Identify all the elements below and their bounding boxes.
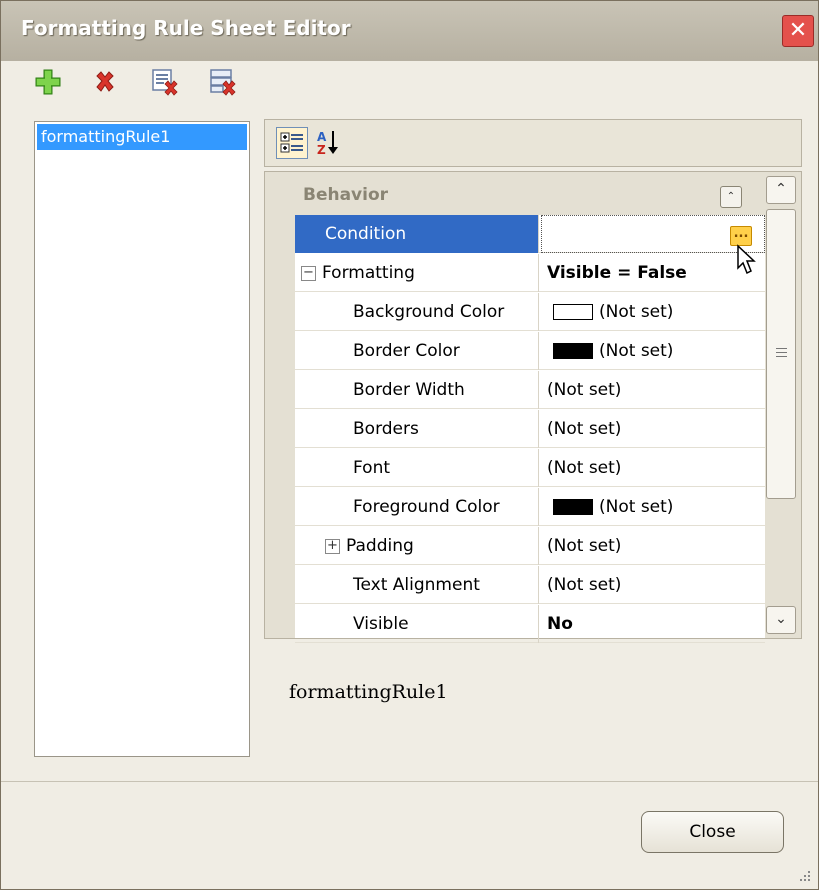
category-row[interactable]: Behavior ⌃ bbox=[295, 178, 765, 213]
property-row[interactable]: Font (Not set) bbox=[295, 449, 765, 487]
property-value-text: (Not set) bbox=[599, 302, 674, 322]
purge-sheet-button[interactable] bbox=[208, 67, 238, 97]
property-row[interactable]: Visible No bbox=[295, 605, 765, 643]
property-name[interactable]: − Formatting bbox=[295, 254, 539, 292]
vertical-scrollbar[interactable]: ⌃ ⌄ bbox=[766, 176, 799, 636]
window-close-button[interactable]: ✕ bbox=[782, 15, 814, 47]
add-rule-button[interactable] bbox=[33, 67, 63, 97]
property-value[interactable]: (Not set) bbox=[541, 332, 765, 370]
property-value[interactable]: (Not set) bbox=[541, 566, 765, 604]
property-name[interactable]: Borders bbox=[295, 410, 539, 448]
property-rows: Condition... − Formatting Visible = False Ba… bbox=[295, 215, 765, 643]
delete-rule-button[interactable] bbox=[90, 67, 120, 97]
property-value[interactable]: (Not set) bbox=[541, 371, 765, 409]
resize-grip-icon[interactable] bbox=[796, 867, 812, 883]
property-name-label: Border Width bbox=[353, 380, 465, 400]
property-value[interactable]: Visible = False bbox=[541, 254, 765, 292]
property-name-label: Text Alignment bbox=[353, 575, 480, 595]
footer-divider bbox=[1, 781, 818, 782]
delete-icon bbox=[96, 71, 114, 92]
property-value-text: (Not set) bbox=[547, 419, 622, 439]
property-name-label: Foreground Color bbox=[353, 497, 500, 517]
rules-list[interactable]: formattingRule1 bbox=[34, 121, 250, 757]
property-row[interactable]: Borders (Not set) bbox=[295, 410, 765, 448]
scroll-up-button[interactable]: ⌃ bbox=[766, 176, 796, 204]
plus-icon bbox=[35, 69, 61, 95]
property-row[interactable]: Condition... bbox=[295, 215, 765, 253]
property-value-text: (Not set) bbox=[547, 380, 622, 400]
svg-text:Z: Z bbox=[317, 143, 326, 157]
property-value-text: (Not set) bbox=[599, 341, 674, 361]
property-value[interactable]: (Not set) bbox=[541, 293, 765, 331]
property-row[interactable]: Text Alignment (Not set) bbox=[295, 566, 765, 604]
property-value[interactable]: No bbox=[541, 605, 765, 643]
category-collapse-button[interactable]: ⌃ bbox=[720, 186, 742, 208]
remove-sheet-button[interactable] bbox=[150, 67, 180, 97]
color-swatch bbox=[553, 499, 593, 515]
close-button[interactable]: Close bbox=[641, 811, 784, 853]
alphabetical-button[interactable]: A Z bbox=[312, 127, 344, 159]
property-value-text: (Not set) bbox=[547, 536, 622, 556]
property-row[interactable]: Border Color (Not set) bbox=[295, 332, 765, 370]
property-value[interactable]: ... bbox=[541, 215, 765, 253]
property-name-label: Font bbox=[353, 458, 391, 478]
property-value-text: Visible = False bbox=[547, 263, 687, 283]
property-name[interactable]: Border Color bbox=[295, 332, 539, 370]
property-grid-toolbar: A Z bbox=[264, 119, 802, 167]
property-value[interactable]: (Not set) bbox=[541, 488, 765, 526]
property-name-label: Padding bbox=[346, 536, 414, 556]
property-name[interactable]: Condition bbox=[295, 215, 539, 253]
color-swatch bbox=[553, 343, 593, 359]
purge-sheet-icon bbox=[210, 69, 236, 96]
property-grid: Behavior ⌃ Condition... − Formatting Visibl… bbox=[264, 171, 802, 643]
categorized-icon bbox=[280, 132, 303, 153]
grip-icon bbox=[776, 348, 787, 357]
property-value[interactable]: (Not set) bbox=[541, 527, 765, 565]
property-value[interactable]: (Not set) bbox=[541, 449, 765, 487]
list-item[interactable]: formattingRule1 bbox=[37, 124, 247, 150]
property-value-text: (Not set) bbox=[547, 458, 622, 478]
mouse-pointer-icon bbox=[737, 244, 756, 275]
delete-sheet-icon bbox=[152, 69, 178, 96]
property-name[interactable]: Text Alignment bbox=[295, 566, 539, 604]
expand-icon[interactable]: + bbox=[325, 538, 340, 554]
scroll-thumb[interactable] bbox=[766, 209, 796, 499]
property-name-label: Borders bbox=[353, 419, 419, 439]
property-value-text: No bbox=[547, 614, 573, 634]
property-value-text: (Not set) bbox=[599, 497, 674, 517]
property-name-label: Background Color bbox=[353, 302, 505, 322]
sort-az-icon: A Z bbox=[317, 130, 338, 157]
property-name[interactable]: Border Width bbox=[295, 371, 539, 409]
property-row[interactable]: Border Width (Not set) bbox=[295, 371, 765, 409]
property-name[interactable]: Background Color bbox=[295, 293, 539, 331]
description-text: formattingRule1 bbox=[289, 681, 448, 703]
property-name-label: Visible bbox=[353, 614, 409, 634]
property-name[interactable]: Foreground Color bbox=[295, 488, 539, 526]
property-row[interactable]: + Padding (Not set) bbox=[295, 527, 765, 565]
property-value-text: (Not set) bbox=[547, 575, 622, 595]
dialog-window: Formatting Rule Sheet Editor ✕ formattin… bbox=[0, 0, 819, 890]
property-name-label: Formatting bbox=[322, 263, 415, 283]
svg-text:A: A bbox=[317, 130, 327, 144]
property-row[interactable]: − Formatting Visible = False bbox=[295, 254, 765, 292]
window-title: Formatting Rule Sheet Editor bbox=[21, 16, 351, 40]
property-name[interactable]: Visible bbox=[295, 605, 539, 643]
category-label: Behavior bbox=[303, 185, 389, 205]
scroll-down-button[interactable]: ⌄ bbox=[766, 606, 796, 634]
ellipsis-button[interactable]: ... bbox=[730, 226, 752, 246]
property-name[interactable]: Font bbox=[295, 449, 539, 487]
property-value[interactable]: (Not set) bbox=[541, 410, 765, 448]
categorized-button[interactable] bbox=[276, 127, 308, 159]
title-bar[interactable]: Formatting Rule Sheet Editor ✕ bbox=[1, 1, 818, 61]
property-row[interactable]: Foreground Color (Not set) bbox=[295, 488, 765, 526]
collapse-icon[interactable]: − bbox=[301, 265, 316, 281]
property-name-label: Border Color bbox=[353, 341, 460, 361]
property-row[interactable]: Background Color (Not set) bbox=[295, 293, 765, 331]
property-name-label: Condition bbox=[325, 224, 407, 244]
color-swatch bbox=[553, 304, 593, 320]
property-name[interactable]: + Padding bbox=[295, 527, 539, 565]
